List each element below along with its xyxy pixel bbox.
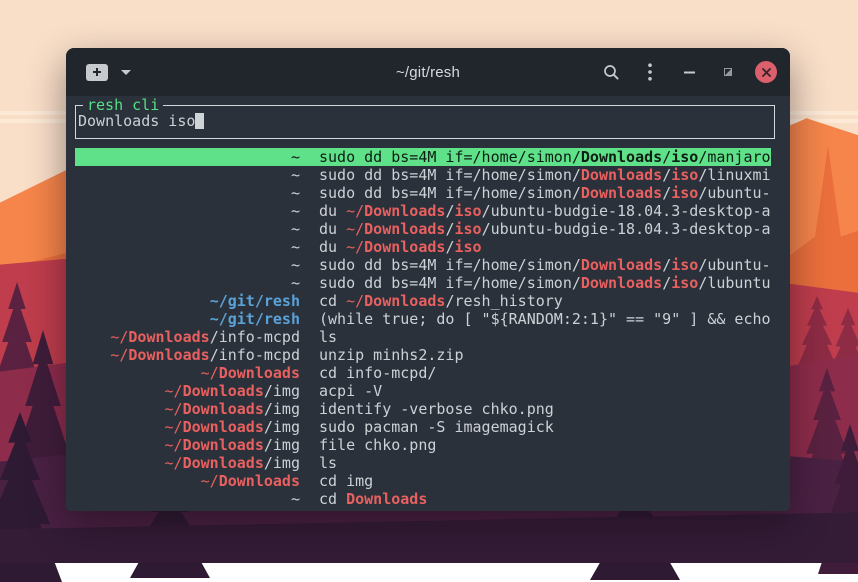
row-directory: ~: [75, 202, 300, 220]
row-command: file chko.png: [319, 436, 771, 454]
history-row[interactable]: ~ du ~/Downloads/iso/ubuntu-budgie-18.04.…: [75, 220, 771, 238]
terminal-content: resh cli Downloads iso ~ sudo dd bs=4M if…: [66, 96, 790, 511]
history-row[interactable]: ~ sudo dd bs=4M if=/home/simon/Downloads/…: [75, 166, 771, 184]
row-directory: ~: [75, 238, 300, 256]
row-command: sudo dd bs=4M if=/home/simon/Downloads/i…: [319, 256, 771, 274]
row-command: cd ~/Downloads/resh_history: [319, 292, 771, 310]
row-directory: ~: [75, 220, 300, 238]
minimize-button[interactable]: [677, 60, 701, 84]
row-command: du ~/Downloads/iso/ubuntu-budgie-18.04.3…: [319, 220, 771, 238]
history-row[interactable]: ~ du ~/Downloads/iso/ubuntu-budgie-18.04.…: [75, 202, 771, 220]
history-row[interactable]: ~/Downloads/img file chko.png: [75, 436, 771, 454]
row-directory: ~/Downloads/info-mcpd: [75, 328, 300, 346]
row-command: identify -verbose chko.png: [319, 400, 771, 418]
history-row[interactable]: ~ sudo dd bs=4M if=/home/simon/Downloads/…: [75, 274, 771, 292]
row-command: sudo dd bs=4M if=/home/simon/Downloads/i…: [319, 148, 771, 166]
history-row[interactable]: ~ cd Downloads: [75, 490, 771, 508]
kebab-menu-icon: [648, 63, 652, 81]
row-command: sudo dd bs=4M if=/home/simon/Downloads/i…: [319, 166, 771, 184]
history-row[interactable]: ~/git/resh (while true; do [ "${RANDOM:2:…: [75, 310, 771, 328]
row-directory: ~/git/resh: [75, 310, 300, 328]
row-command: du ~/Downloads/iso/ubuntu-budgie-18.04.3…: [319, 202, 771, 220]
history-row[interactable]: ~/git/resh cd ~/Downloads/resh_history: [75, 292, 771, 310]
row-directory: ~: [75, 148, 300, 166]
history-row[interactable]: ~ du ~/Downloads/iso: [75, 238, 771, 256]
history-row[interactable]: ~/Downloads/img identify -verbose chko.pn…: [75, 400, 771, 418]
row-command: ls: [319, 454, 771, 472]
row-command: sudo dd bs=4M if=/home/simon/Downloads/i…: [319, 184, 771, 202]
row-command: (while true; do [ "${RANDOM:2:1}" == "9"…: [319, 310, 771, 328]
row-directory: ~/Downloads/img: [75, 382, 300, 400]
history-row[interactable]: ~ sudo dd bs=4M if=/home/simon/Downloads/…: [75, 148, 771, 166]
new-tab-button[interactable]: [86, 64, 108, 81]
row-command: cd Downloads: [319, 490, 771, 508]
row-command: unzip minhs2.zip: [319, 346, 771, 364]
row-directory: ~/Downloads/img: [75, 436, 300, 454]
history-row[interactable]: ~/Downloads/info-mcpd unzip minhs2.zip: [75, 346, 771, 364]
row-directory: ~/Downloads/img: [75, 400, 300, 418]
row-directory: ~: [75, 490, 300, 508]
history-list: ~ sudo dd bs=4M if=/home/simon/Downloads/…: [75, 148, 771, 508]
row-directory: ~/Downloads: [75, 472, 300, 490]
history-row[interactable]: ~/Downloads cd info-mcpd/: [75, 364, 771, 382]
search-button[interactable]: [599, 60, 623, 84]
history-row[interactable]: ~ sudo dd bs=4M if=/home/simon/Downloads/…: [75, 256, 771, 274]
search-icon: [603, 64, 620, 81]
history-row[interactable]: ~/Downloads/img acpi -V: [75, 382, 771, 400]
row-directory: ~: [75, 256, 300, 274]
row-directory: ~/git/resh: [75, 292, 300, 310]
resh-panel-title: resh cli: [83, 96, 163, 114]
history-row[interactable]: ~/Downloads/img ls: [75, 454, 771, 472]
row-command: cd info-mcpd/: [319, 364, 771, 382]
row-command: sudo dd bs=4M if=/home/simon/Downloads/i…: [319, 274, 771, 292]
history-search-input[interactable]: Downloads iso: [76, 106, 774, 137]
row-directory: ~/Downloads: [75, 364, 300, 382]
row-command: cd img: [319, 472, 771, 490]
row-directory: ~: [75, 166, 300, 184]
row-command: ls: [319, 328, 771, 346]
close-button[interactable]: [755, 61, 777, 83]
menu-button[interactable]: [638, 60, 662, 84]
search-query-text: Downloads iso: [78, 112, 195, 130]
titlebar[interactable]: ~/git/resh: [66, 48, 790, 96]
history-row[interactable]: ~/Downloads cd img: [75, 472, 771, 490]
row-directory: ~/Downloads/img: [75, 418, 300, 436]
row-directory: ~: [75, 184, 300, 202]
text-cursor: [195, 113, 204, 129]
history-row[interactable]: ~/Downloads/img sudo pacman -S imagemagic…: [75, 418, 771, 436]
terminal-window: ~/git/resh: [66, 48, 790, 511]
row-command: du ~/Downloads/iso: [319, 238, 771, 256]
close-icon: [762, 68, 771, 77]
minimize-icon: [684, 71, 695, 74]
resh-panel: resh cli Downloads iso: [75, 105, 775, 139]
row-command: sudo pacman -S imagemagick: [319, 418, 771, 436]
maximize-button[interactable]: [716, 60, 740, 84]
row-command: acpi -V: [319, 382, 771, 400]
maximize-icon: [724, 68, 732, 76]
row-directory: ~/Downloads/info-mcpd: [75, 346, 300, 364]
history-row[interactable]: ~/Downloads/info-mcpd ls: [75, 328, 771, 346]
history-row[interactable]: ~ sudo dd bs=4M if=/home/simon/Downloads/…: [75, 184, 771, 202]
chevron-down-icon[interactable]: [121, 70, 131, 75]
row-directory: ~: [75, 274, 300, 292]
row-directory: ~/Downloads/img: [75, 454, 300, 472]
